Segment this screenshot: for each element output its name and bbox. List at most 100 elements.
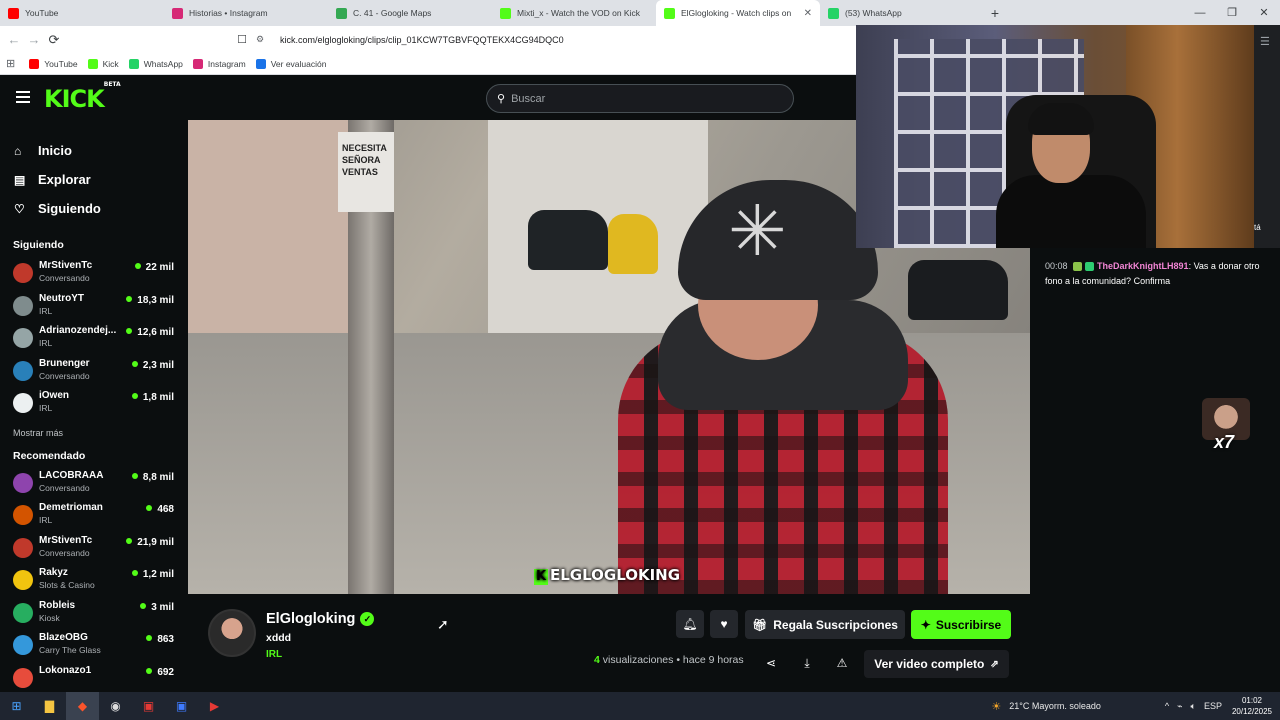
search-input[interactable]: ⚲ Buscar: [486, 84, 794, 113]
app-button[interactable]: ▶: [198, 692, 231, 720]
gift-subs-button[interactable]: 🎁︎ Regala Suscripciones: [745, 610, 905, 639]
webcam-overlay[interactable]: [856, 25, 1254, 248]
clock-time: 01:02: [1241, 696, 1262, 705]
new-tab-button[interactable]: +: [984, 0, 1006, 26]
avatar: [13, 537, 33, 558]
search-icon: ⚲: [497, 93, 506, 105]
report-icon[interactable]: ⚠: [831, 652, 853, 674]
search-placeholder: Buscar: [511, 92, 546, 105]
bookmark-favicon-icon: [255, 58, 266, 69]
channel-name-text: ElGlogloking: [266, 611, 356, 627]
download-icon[interactable]: ⤓: [796, 652, 818, 674]
forward-icon[interactable]: →: [24, 32, 44, 47]
avatar: [13, 570, 33, 590]
avatar: [13, 263, 33, 283]
tab-favicon-icon: [828, 7, 839, 19]
apps-grid-icon[interactable]: ⊞: [6, 57, 15, 70]
sidebar-channel[interactable]: Demetrioman IRL 468: [0, 499, 188, 532]
recommended-list: LACOBRAAA Conversando 8,8 mil Demetrioman IR…: [0, 467, 188, 693]
channel-name[interactable]: ElGlogloking ✓: [266, 611, 375, 627]
channel-name: Adrianozendej...: [39, 325, 117, 336]
subscribe-button[interactable]: ✦ Suscribirse: [911, 610, 1011, 639]
menu-icon[interactable]: [16, 91, 30, 106]
chat-username[interactable]: TheDarkKnightLH891: [1097, 261, 1189, 271]
channel-category: Conversando: [39, 370, 90, 381]
reload-icon[interactable]: ⟳: [44, 32, 64, 48]
folder-icon: ▇: [44, 699, 55, 713]
site-info-icon[interactable]: ⚙: [256, 34, 270, 45]
show-more-link[interactable]: Mostrar más: [0, 420, 188, 446]
sidebar-channel[interactable]: Robleis Kiosk 3 mil: [0, 597, 188, 630]
minimize-button[interactable]: —: [1184, 0, 1216, 26]
sidebar-channel[interactable]: NeutroYT IRL 18,3 mil: [0, 290, 188, 323]
tab-title: Historias • Instagram: [189, 8, 268, 18]
close-tab-icon[interactable]: ✕: [804, 8, 812, 19]
channel-name: Lokonazo1: [39, 664, 92, 676]
browser-tab[interactable]: Mixti_x - Watch the VOD on Kick: [492, 0, 656, 26]
avatar: [13, 472, 33, 493]
channel-category: Carry The Glass: [39, 645, 101, 655]
notification-bell-button[interactable]: 🔔︎: [676, 610, 704, 638]
browser-tab[interactable]: C. 41 - Google Maps: [328, 0, 492, 26]
bookmark-item[interactable]: YouTube: [29, 58, 78, 69]
file-explorer-button[interactable]: ▇: [33, 692, 66, 720]
language-indicator[interactable]: ESP: [1204, 701, 1222, 711]
avatar: [13, 667, 33, 688]
url-text: kick.com/elglogloking/clips/clip_01KCW7T…: [280, 34, 564, 45]
browser-tab[interactable]: ElGlogloking - Watch clips on ✕: [656, 0, 820, 26]
browser-tab[interactable]: YouTube: [0, 0, 164, 26]
cam-person: [996, 175, 1146, 248]
viewer-count: 22 mil: [135, 262, 174, 273]
sidebar-channel[interactable]: MrStivenTc Conversando 22 mil: [0, 257, 188, 290]
app-button[interactable]: ▣: [165, 692, 198, 720]
bookmark-item[interactable]: Instagram: [192, 58, 246, 69]
sidebar-channel[interactable]: Rakyz Slots & Casino 1,2 mil: [0, 564, 188, 597]
channel-name: LACOBRAAA: [39, 469, 104, 481]
sidebar-channel[interactable]: BlazeOBG Carry The Glass 863: [0, 629, 188, 662]
sidebar-channel[interactable]: MrStivenTc Conversando 21,9 mil: [0, 532, 188, 565]
app-icon: ▣: [175, 699, 188, 713]
tab-favicon-icon: [172, 7, 183, 19]
sidebar-channel[interactable]: iOwen IRL 1,8 mil: [0, 387, 188, 420]
maximize-button[interactable]: ❐: [1216, 0, 1248, 26]
close-window-button[interactable]: ✕: [1248, 0, 1280, 26]
volume-icon[interactable]: 🔈︎: [1191, 701, 1196, 712]
url-field[interactable]: ⚙ kick.com/elglogloking/clips/clip_01KCW…: [256, 29, 856, 50]
start-button[interactable]: ⊞: [0, 692, 33, 720]
verified-icon: ✓: [360, 612, 375, 627]
brave-browser-button[interactable]: ◆: [66, 692, 99, 720]
nav-item-siguiendo[interactable]: ♡ Siguiendo: [14, 194, 188, 223]
nav-item-explorar[interactable]: ▤ Explorar: [14, 165, 188, 194]
bookmark-item[interactable]: Kick: [87, 58, 119, 69]
tab-favicon-icon: [500, 7, 511, 19]
channel-category: Conversando: [39, 482, 90, 493]
sidebar-channel[interactable]: LACOBRAAA Conversando 8,8 mil: [0, 467, 188, 500]
channel-avatar[interactable]: [208, 609, 256, 657]
kebab-menu-icon[interactable]: ☰: [1260, 35, 1270, 48]
network-icon[interactable]: ⌁: [1177, 701, 1182, 712]
home-icon: ⌂: [14, 143, 22, 158]
sidebar-channel[interactable]: Lokonazo1 692: [0, 662, 188, 693]
weather-text[interactable]: 21°C Mayorm. soleado: [1009, 701, 1101, 711]
kick-logo[interactable]: KICKBETA: [44, 81, 121, 113]
follow-heart-button[interactable]: ♥: [710, 610, 738, 638]
tray-chevron-icon[interactable]: ^: [1165, 701, 1169, 711]
watermark-text: ELGLOGLOKING: [550, 566, 681, 584]
app-button[interactable]: ▣: [132, 692, 165, 720]
bookmark-item[interactable]: Ver evaluación: [255, 58, 326, 69]
bookmark-icon[interactable]: ☐: [232, 33, 252, 46]
category-link[interactable]: IRL: [266, 649, 282, 660]
clock[interactable]: 01:02 20/12/2025: [1232, 695, 1272, 717]
bookmark-item[interactable]: WhatsApp: [128, 58, 183, 69]
full-video-button[interactable]: Ver video completo ⇗: [864, 650, 1009, 678]
nav-item-inicio[interactable]: ⌂ Inicio: [14, 136, 188, 165]
share-icon[interactable]: ⋖: [760, 652, 782, 674]
nav-item-label: Explorar: [38, 172, 91, 187]
sidebar-channel[interactable]: Brunenger Conversando 2,3 mil: [0, 355, 188, 388]
sidebar-channel[interactable]: Adrianozendej... IRL 12,6 mil: [0, 322, 188, 355]
obs-icon: ◉: [110, 699, 121, 713]
obs-button[interactable]: ◉: [99, 692, 132, 720]
browser-tab[interactable]: (53) WhatsApp: [820, 0, 984, 26]
browser-tab[interactable]: Historias • Instagram: [164, 0, 328, 26]
back-icon[interactable]: ←: [4, 32, 24, 47]
